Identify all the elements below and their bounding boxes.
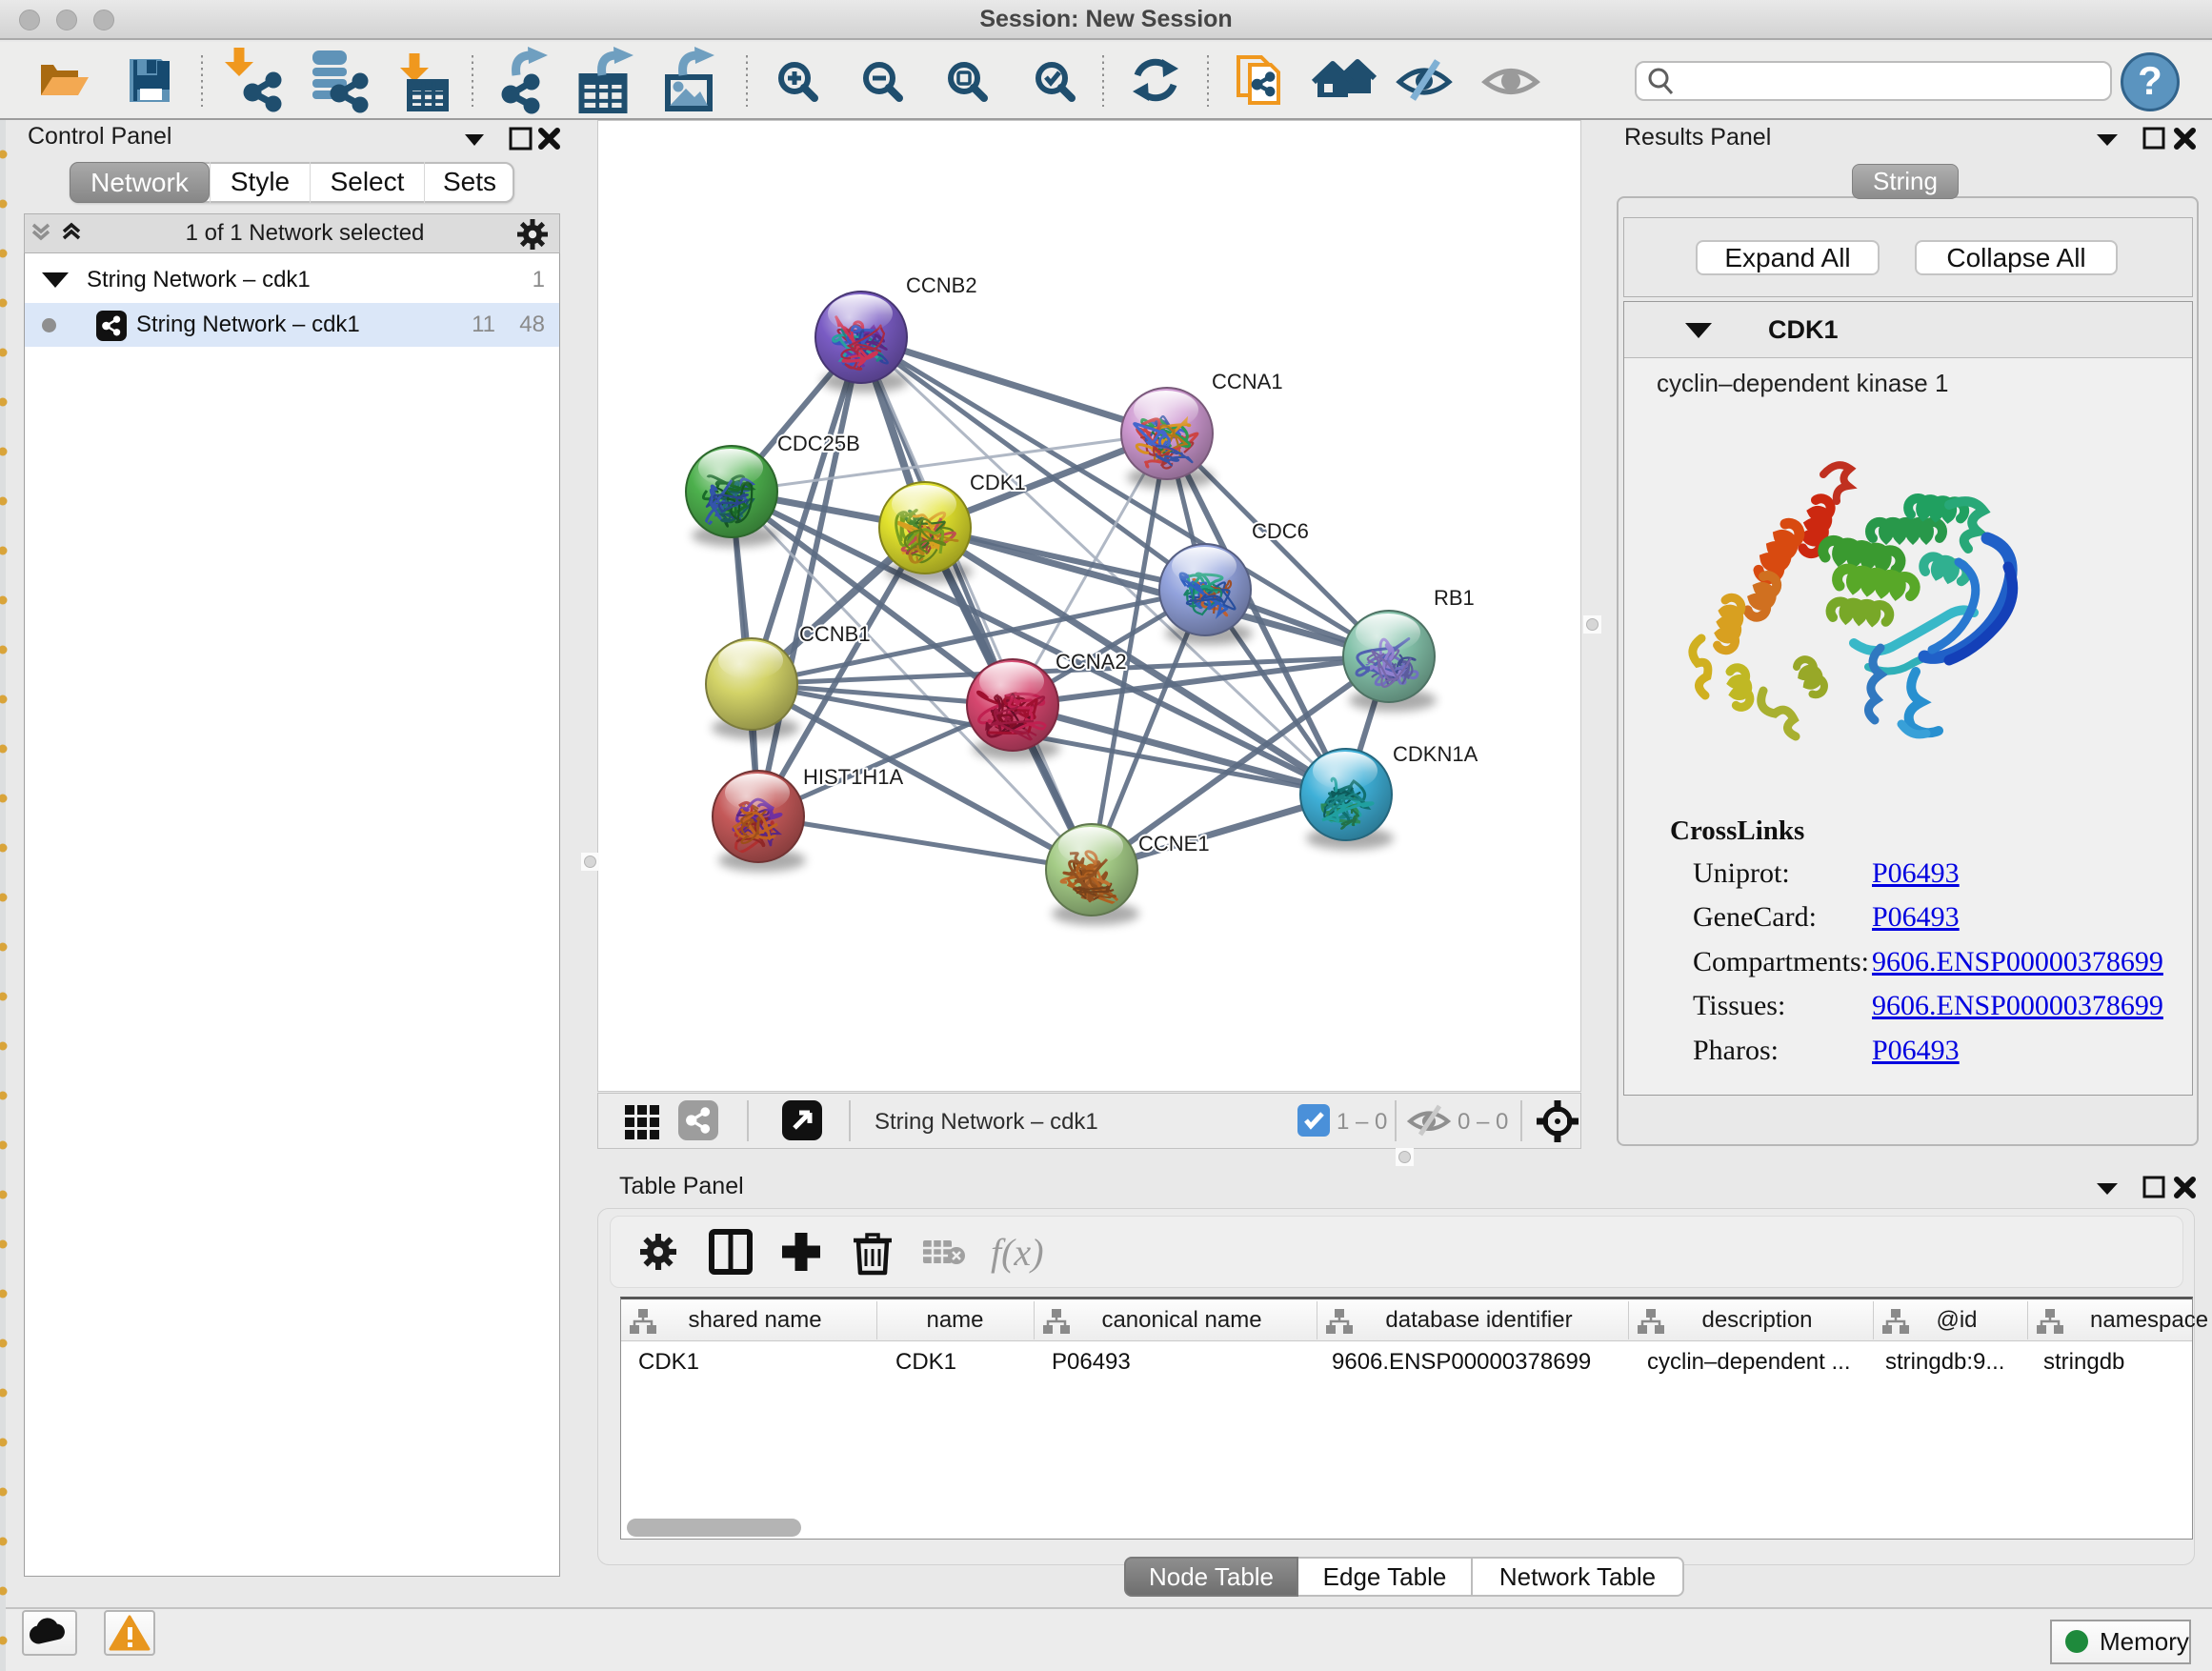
svg-text:RB1: RB1 <box>1434 586 1475 610</box>
svg-text:CDC25B: CDC25B <box>777 432 860 455</box>
svg-text:CDK1: CDK1 <box>970 471 1026 494</box>
svg-text:f(x): f(x) <box>991 1231 1044 1274</box>
svg-text:CCNA2: CCNA2 <box>1056 650 1127 674</box>
svg-text:CCNA1: CCNA1 <box>1212 370 1283 393</box>
svg-text:CCNE1: CCNE1 <box>1138 832 1210 856</box>
svg-text:0 – 0: 0 – 0 <box>1458 1109 1508 1135</box>
svg-text:CCNB1: CCNB1 <box>799 622 871 646</box>
svg-text:CCNB2: CCNB2 <box>906 273 977 297</box>
svg-text:CDC6: CDC6 <box>1252 519 1309 543</box>
svg-text:String Network – cdk1: String Network – cdk1 <box>875 1109 1098 1135</box>
svg-text:CDKN1A: CDKN1A <box>1393 742 1478 766</box>
svg-text:HIST1H1A: HIST1H1A <box>803 765 903 789</box>
svg-text:1 – 0: 1 – 0 <box>1337 1109 1387 1135</box>
